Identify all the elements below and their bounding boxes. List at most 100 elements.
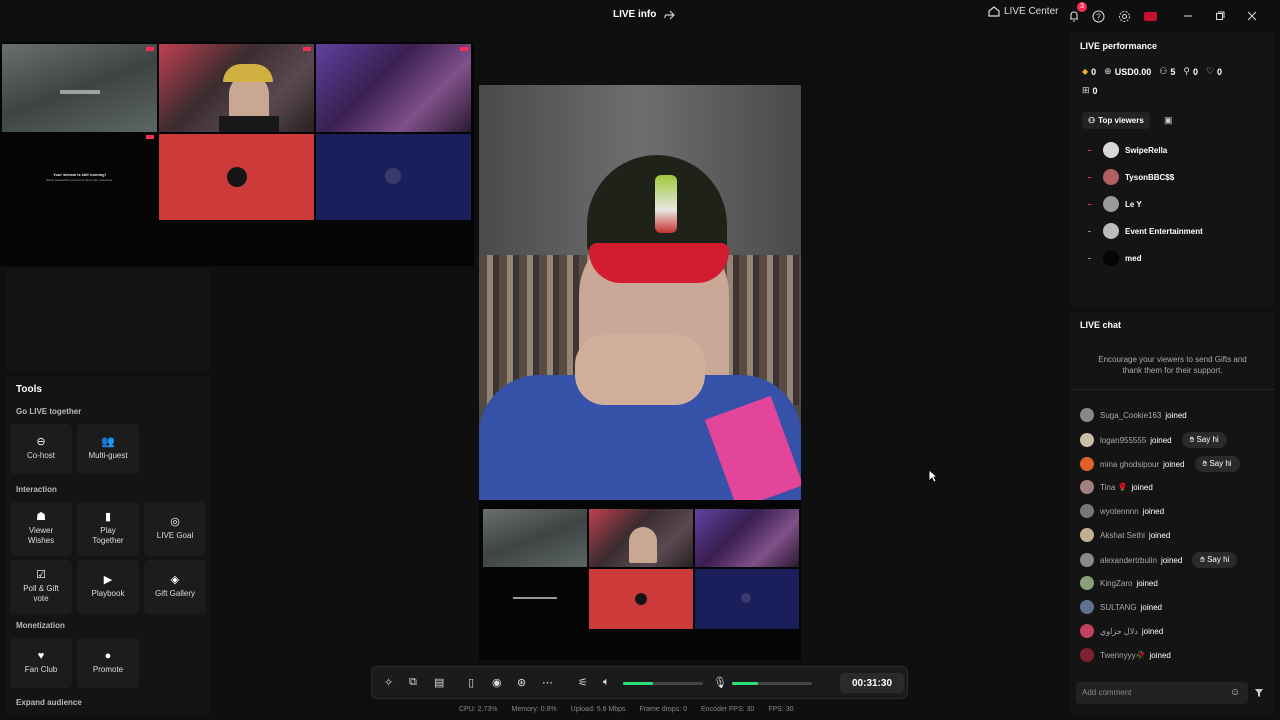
close-icon[interactable]: [1242, 6, 1262, 26]
settings-gear-icon[interactable]: [1114, 6, 1134, 26]
live-center-label: LIVE Center: [1004, 6, 1059, 17]
multiguest-button[interactable]: 👥 Multi-guest: [77, 424, 139, 474]
chat-username[interactable]: alexandertrbulin: [1100, 556, 1157, 565]
more-icon[interactable]: ⋯: [542, 676, 553, 689]
section-interaction: Interaction: [16, 485, 57, 494]
joined-text: joined: [1140, 602, 1162, 612]
promote-button[interactable]: ● Promote: [77, 638, 139, 688]
top-viewer-row[interactable]: med: [1088, 250, 1141, 266]
chat-username[interactable]: KingZaro: [1100, 579, 1132, 588]
chat-username[interactable]: Twennyyy🥀: [1100, 651, 1146, 660]
cap-brim: [589, 243, 729, 283]
gift-box-icon: ⊞: [1082, 85, 1090, 95]
chat-avatar[interactable]: [1080, 408, 1094, 422]
chat-title: LIVE chat: [1080, 320, 1122, 330]
title-bar: LIVE info LIVE Center 3 ?: [0, 0, 1280, 32]
say-hi-label: Say hi: [1209, 459, 1232, 468]
avatar[interactable]: [1140, 6, 1160, 26]
scene-edit-icon[interactable]: ⧉: [409, 676, 417, 689]
chat-username[interactable]: Akshat Sethi: [1100, 531, 1145, 540]
playbook-label: Playbook: [91, 589, 125, 598]
main-video-preview: [479, 85, 801, 500]
say-hi-button[interactable]: ✋︎ Say hi: [1194, 456, 1240, 472]
mic-slider[interactable]: [732, 682, 812, 685]
poll-gift-vote-button[interactable]: ☑ Poll & Gift vote: [10, 560, 72, 614]
say-hi-button[interactable]: ✋︎ Say hi: [1181, 432, 1227, 448]
chat-avatar[interactable]: [1080, 457, 1094, 471]
viewer-wishes-label: Viewer Wishes: [27, 526, 55, 545]
home-icon: [988, 6, 1000, 17]
top-viewers-tab[interactable]: ⚇ Top viewers: [1082, 112, 1150, 129]
encourage-line-2: thank them for their support.: [1122, 366, 1223, 375]
speaker-icon[interactable]: 🔈︎: [603, 676, 610, 689]
gift-gallery-button[interactable]: ◈ Gift Gallery: [144, 560, 206, 614]
layout-icon[interactable]: ▤: [434, 676, 444, 689]
multi-view-preview: Your stream is still running! We've paus…: [0, 42, 474, 266]
say-hi-button[interactable]: ✋︎ Say hi: [1192, 552, 1238, 568]
chat-avatar[interactable]: [1080, 480, 1094, 494]
viewer-wishes-button[interactable]: ☗ Viewer Wishes: [10, 502, 72, 556]
live-goal-button[interactable]: ◎ LIVE Goal: [144, 502, 206, 556]
play-together-button[interactable]: ▮ Play Together: [77, 502, 139, 556]
chat-avatar[interactable]: [1080, 576, 1094, 590]
chat-avatar[interactable]: [1080, 624, 1094, 638]
viewer-avatar: [1103, 169, 1119, 185]
joined-text: joined: [1141, 626, 1164, 636]
joined-text: joined: [1131, 482, 1153, 492]
paused-message-body: We've paused the preview to save your re…: [45, 178, 114, 182]
viewer-avatar: [1103, 142, 1119, 158]
phone-icon[interactable]: ▯: [468, 676, 474, 689]
chat-avatar[interactable]: [1080, 504, 1094, 518]
tools-panel: Tools Go LIVE together ⊖ Co-host 👥 Multi…: [5, 376, 211, 716]
fps-stat: FPS: 30: [768, 706, 794, 713]
rank-dash: [1088, 230, 1091, 232]
chat-username[interactable]: Tina 🌹: [1100, 483, 1127, 492]
notification-bell-icon[interactable]: 3: [1064, 2, 1087, 26]
record-icon[interactable]: ◉: [492, 676, 502, 689]
chat-username[interactable]: wyotennnn: [1100, 507, 1139, 516]
report-icon[interactable]: ▣: [1164, 115, 1173, 126]
live-center-button[interactable]: LIVE Center: [988, 6, 1058, 17]
gifts-count: 0: [1092, 85, 1098, 96]
help-icon[interactable]: ?: [1088, 6, 1108, 26]
chat-avatar[interactable]: [1080, 600, 1094, 614]
chat-avatar[interactable]: [1080, 433, 1094, 447]
magic-wand-icon[interactable]: ✧: [384, 676, 393, 689]
encourage-line-1: Encourage your viewers to send Gifts and: [1098, 355, 1247, 364]
capture-icon[interactable]: ⊛: [517, 676, 526, 689]
chat-username[interactable]: SULTANG: [1100, 603, 1137, 612]
encoder-fps-stat: Encoder FPS: 30: [701, 706, 755, 713]
chat-avatar[interactable]: [1080, 528, 1094, 542]
top-viewer-row[interactable]: SwipeRella: [1088, 142, 1167, 158]
section-expand-audience: Expand audience: [16, 698, 82, 707]
live-info-label: LIVE info: [613, 9, 657, 20]
chat-username[interactable]: mina ghodsipour: [1100, 460, 1159, 469]
playbook-button[interactable]: ▶ Playbook: [77, 560, 139, 614]
diamond-icon: ◆: [1082, 67, 1089, 76]
filter-icon[interactable]: [1254, 688, 1264, 698]
minimize-icon[interactable]: [1178, 6, 1198, 26]
chat-username[interactable]: دلال حزاوي: [1100, 627, 1138, 636]
target-icon: ◎: [170, 516, 180, 528]
top-viewer-row[interactable]: Event Entertainment: [1088, 223, 1203, 239]
live-info-button[interactable]: LIVE info: [613, 9, 676, 20]
live-chat-panel: LIVE chat Encourage your viewers to send…: [1070, 312, 1275, 716]
chat-join-row: alexandertrbulin joined ✋︎ Say hi: [1080, 552, 1238, 568]
fan-club-button[interactable]: ♥ Fan Club: [10, 638, 72, 688]
add-comment-input[interactable]: Add comment: [1076, 682, 1248, 704]
top-viewer-row[interactable]: TysonBBC$$: [1088, 169, 1174, 185]
top-viewer-row[interactable]: Le Y: [1088, 196, 1142, 212]
chat-username[interactable]: logan955555: [1100, 436, 1146, 445]
chat-avatar[interactable]: [1080, 553, 1094, 567]
emoji-icon[interactable]: ☺: [1230, 687, 1240, 698]
chat-avatar[interactable]: [1080, 648, 1094, 662]
rank-dash: [1088, 257, 1091, 259]
volume-slider[interactable]: [623, 682, 703, 685]
adjust-icon[interactable]: ⚟: [578, 676, 588, 689]
chat-username[interactable]: Suga_Cookie163: [1100, 411, 1161, 420]
left-empty-panel: [5, 268, 211, 372]
maximize-icon[interactable]: [1210, 6, 1230, 26]
microphone-icon[interactable]: 🎙︎: [713, 676, 727, 689]
cohost-button[interactable]: ⊖ Co-host: [10, 424, 72, 474]
guest-blue-tile: [316, 134, 471, 220]
